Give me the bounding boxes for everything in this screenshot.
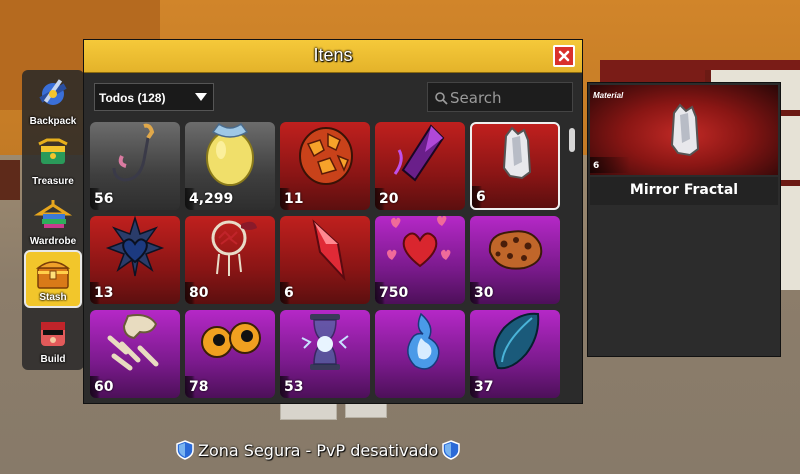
nav-label: Wardrobe [29, 236, 77, 247]
golden-egg-icon [206, 122, 254, 186]
nav-label: Stash [39, 292, 67, 303]
items-scrollbar[interactable] [569, 128, 575, 152]
item-count: 60 [94, 379, 114, 395]
category-filter-dropdown[interactable]: Todos (128) [94, 83, 214, 111]
search-box[interactable] [427, 82, 573, 112]
item-count: 11 [284, 191, 304, 207]
dreamcatcher-icon [211, 220, 257, 276]
side-nav: Backpack Treasure Wardrobe Stash Build [22, 70, 84, 370]
item-slot[interactable]: 53 [280, 310, 370, 398]
item-slot[interactable]: 30 [470, 216, 560, 304]
treasure-icon [38, 138, 68, 164]
eyeballs-icon [201, 322, 261, 358]
chevron-down-icon [195, 93, 207, 101]
item-category: Material [593, 91, 624, 100]
nav-label: Build [40, 354, 66, 365]
shield-icon [442, 440, 461, 460]
item-slot[interactable]: 750 [375, 216, 465, 304]
item-count: 6 [284, 285, 294, 301]
filter-selected-value: Todos (128) [99, 91, 166, 105]
fishing-hook-icon [112, 123, 155, 182]
nav-item-treasure[interactable]: Treasure [24, 132, 82, 190]
item-count: 6 [476, 189, 486, 205]
item-slot[interactable] [375, 310, 465, 398]
items-grid: 56 4,299 11 20 6 13 80 6 750 30 60 78 53… [90, 122, 566, 398]
item-slot[interactable]: 13 [90, 216, 180, 304]
wardrobe-icon [33, 200, 73, 228]
backpack-icon [39, 79, 67, 105]
item-name-bar: Mirror Fractal [590, 177, 778, 205]
item-count: 78 [189, 379, 209, 395]
nav-label: Treasure [32, 176, 74, 187]
dark-heart-icon [105, 216, 165, 277]
item-count: 80 [189, 285, 209, 301]
item-slot[interactable]: 56 [90, 122, 180, 210]
close-button[interactable] [553, 45, 575, 67]
item-preview: Material 6 [590, 85, 778, 175]
safe-zone-text: Zona Segura - PvP desativado [198, 440, 439, 460]
red-crystal-icon [312, 219, 346, 282]
item-count: 20 [379, 191, 399, 207]
item-slot[interactable]: 6 [280, 216, 370, 304]
mirror-fractal-icon [502, 126, 532, 180]
item-count: 750 [379, 285, 409, 301]
nav-item-build[interactable]: Build [24, 310, 82, 368]
hourglass-icon [301, 314, 349, 370]
item-slot[interactable]: 20 [375, 122, 465, 210]
chest-icon [35, 261, 71, 289]
search-icon [435, 92, 448, 105]
item-slot[interactable]: 37 [470, 310, 560, 398]
items-window: Itens Todos (128) 56 [83, 39, 583, 404]
item-slot[interactable]: 78 [185, 310, 275, 398]
item-slot[interactable]: 4,299 [185, 122, 275, 210]
item-count: 4,299 [189, 191, 234, 207]
item-detail-panel: Material 6 Mirror Fractal [587, 82, 781, 357]
item-name: Mirror Fractal [629, 182, 739, 198]
title-bar: Itens [84, 40, 582, 73]
item-slot[interactable]: 80 [185, 216, 275, 304]
item-count: 6 [593, 161, 600, 171]
magma-ore-icon [299, 127, 353, 185]
safe-zone-status: Zona Segura - PvP desativado [174, 438, 462, 462]
close-icon [558, 50, 570, 62]
nav-item-backpack[interactable]: Backpack [24, 72, 82, 130]
mirror-fractal-icon [670, 103, 700, 157]
blue-flame-icon [407, 312, 440, 370]
item-slot-selected[interactable]: 6 [470, 122, 560, 210]
shield-icon [176, 440, 194, 460]
item-slot[interactable]: 11 [280, 122, 370, 210]
item-count: 13 [94, 285, 114, 301]
nav-item-stash[interactable]: Stash [24, 250, 82, 308]
item-count: 30 [474, 285, 494, 301]
bones-icon [107, 314, 159, 371]
nav-label: Backpack [29, 116, 77, 127]
leviathan-scale-icon [493, 312, 540, 370]
item-count: 53 [284, 379, 304, 395]
nav-item-wardrobe[interactable]: Wardrobe [24, 192, 82, 250]
item-slot[interactable]: 60 [90, 310, 180, 398]
hearts-icon [387, 216, 451, 268]
item-count: 37 [474, 379, 494, 395]
item-count: 56 [94, 191, 114, 207]
search-input[interactable] [448, 86, 572, 110]
window-title: Itens [313, 45, 353, 65]
build-icon [41, 322, 65, 346]
dark-crystal-icon [393, 124, 445, 182]
meteorite-icon [488, 230, 543, 270]
